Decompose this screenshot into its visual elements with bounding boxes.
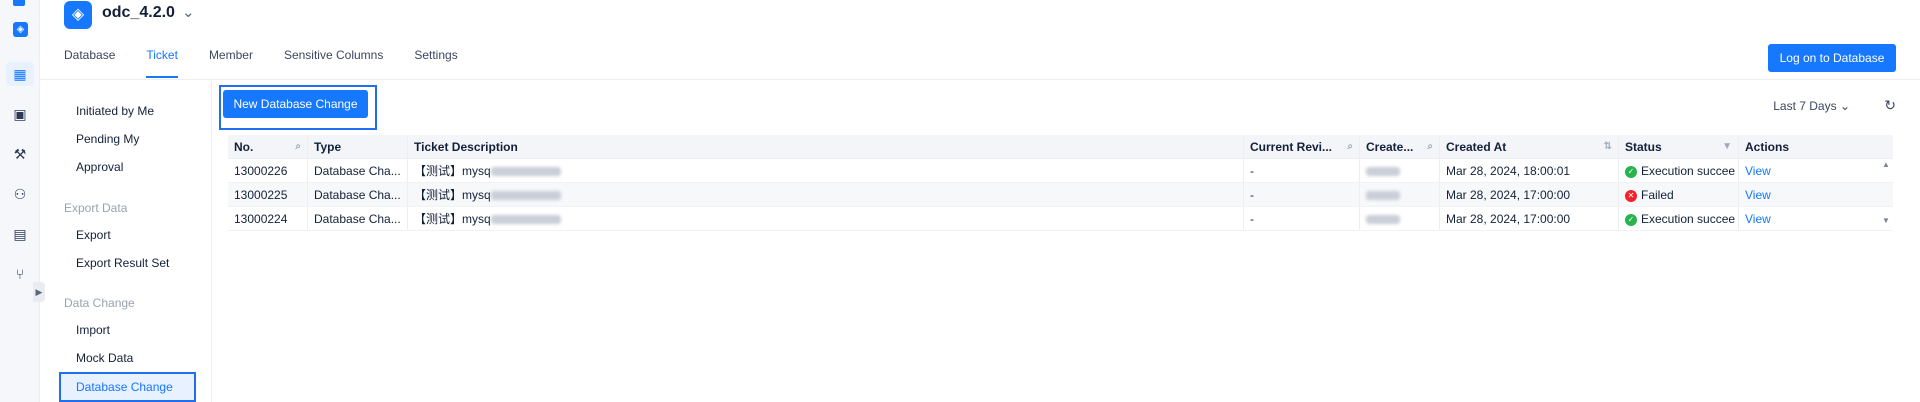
database-icon[interactable]: ◈ [13,22,28,37]
view-link[interactable]: View [1745,188,1771,202]
sidebar-item-approval[interactable]: Approval [76,160,123,174]
table-header: No. ⌕ Type Ticket Description Current Rev… [228,135,1893,159]
date-range-value: Last 7 Days [1773,99,1837,113]
branch-icon[interactable]: ⑂ [12,266,28,282]
sidebar-item-export[interactable]: Export [76,228,111,242]
icon-rail: ◈ ▦ ▣ ⚒ ⚇ ▤ ⑂ [0,0,40,402]
ticket-table: No. ⌕ Type Ticket Description Current Rev… [228,135,1893,231]
ticket-content: New Database Change Last 7 Days ⌄ ↻ No. ⌕… [213,81,1920,402]
sidebar-item-import[interactable]: Import [76,323,110,337]
error-icon: ✕ [1625,189,1637,202]
search-icon[interactable]: ⌕ [1347,135,1353,158]
header-status[interactable]: Status ▼ [1619,135,1739,158]
new-database-change-button[interactable]: New Database Change [223,90,368,118]
briefcase-icon[interactable]: ▣ [12,106,28,122]
project-name[interactable]: odc_4.2.0 [102,4,175,22]
ticket-sidebar: Initiated by Me Pending My Approval Expo… [40,81,212,402]
tab-member[interactable]: Member [209,48,253,78]
view-link[interactable]: View [1745,164,1771,178]
sidebar-item-pending[interactable]: Pending My [76,132,139,146]
refresh-icon[interactable]: ↻ [1884,97,1896,114]
sort-icon[interactable]: ⇅ [1604,135,1612,158]
tab-sensitive-columns[interactable]: Sensitive Columns [284,48,383,78]
search-icon[interactable]: ⌕ [1427,135,1433,158]
report-icon[interactable]: ▤ [12,226,28,242]
header-reviewer[interactable]: Current Revi... ⌕ [1244,135,1360,158]
project-tabs: Database Ticket Member Sensitive Columns… [64,48,489,78]
tool-icon[interactable]: ⚒ [12,146,28,162]
chevron-down-icon: ⌄ [1839,99,1850,113]
user-icon[interactable]: ⚇ [12,186,28,202]
table-row: 13000224 Database Cha... 【测试】mysq - Mar … [228,207,1893,231]
header-description: Ticket Description [408,135,1244,158]
scroll-down-icon[interactable]: ▼ [1882,216,1890,225]
date-range-select[interactable]: Last 7 Days ⌄ [1773,99,1850,113]
log-on-database-button[interactable]: Log on to Database [1768,44,1896,72]
tab-database[interactable]: Database [64,48,115,78]
scroll-up-icon[interactable]: ▲ [1882,160,1890,169]
sidebar-group-export: Export Data [64,201,128,215]
header-actions: Actions [1745,140,1790,154]
header-created-at[interactable]: Created At ⇅ [1440,135,1619,158]
sidebar-item-database-change[interactable]: Database Change [59,372,196,402]
table-scrollbar[interactable]: ▲ ▼ [1882,160,1892,232]
sidebar-item-export-result[interactable]: Export Result Set [76,256,169,270]
table-row: 13000225 Database Cha... 【测试】mysq - Mar … [228,183,1893,207]
search-icon[interactable]: ⌕ [295,135,301,158]
sidebar-item-initiated[interactable]: Initiated by Me [76,104,154,118]
tab-settings[interactable]: Settings [414,48,457,78]
view-link[interactable]: View [1745,212,1771,226]
header-no[interactable]: No. ⌕ [228,135,308,158]
sidebar-group-data-change: Data Change [64,296,135,310]
tab-ticket[interactable]: Ticket [146,48,178,78]
project-header: ◈ odc_4.2.0 ⌄ Database Ticket Member Sen… [40,0,1920,80]
header-creator[interactable]: Create... ⌕ [1360,135,1440,158]
header-type: Type [308,135,408,158]
ticket-icon[interactable]: ▦ [12,66,28,82]
success-icon: ✓ [1625,165,1637,178]
chevron-down-icon[interactable]: ⌄ [182,3,195,21]
project-logo-icon: ◈ [64,1,92,29]
success-icon: ✓ [1625,213,1637,226]
logo-icon [13,0,25,6]
table-row: 13000226 Database Cha... 【测试】mysq - Mar … [228,159,1893,183]
filter-icon[interactable]: ▼ [1722,135,1732,158]
sidebar-item-mock-data[interactable]: Mock Data [76,351,133,365]
